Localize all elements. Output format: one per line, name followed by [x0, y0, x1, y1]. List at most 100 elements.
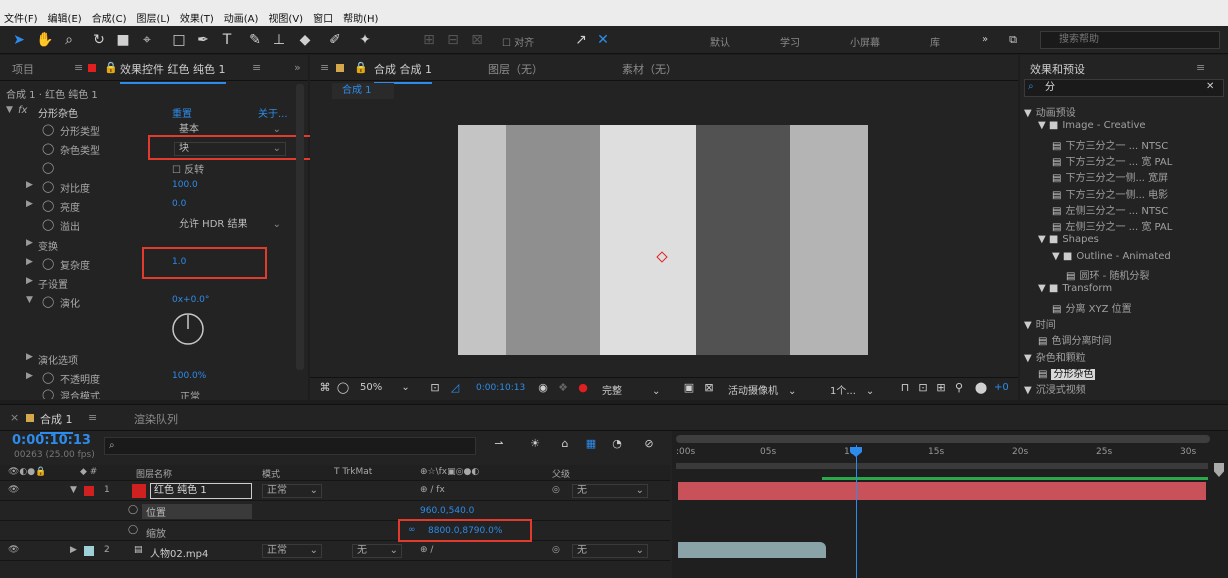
draft-3d-icon[interactable]: ☀: [526, 435, 544, 453]
puppet-tool-icon[interactable]: ✦: [356, 31, 374, 49]
col-parent[interactable]: 父级: [552, 467, 570, 480]
lock-icon[interactable]: 🔒: [104, 61, 118, 74]
sync-settings-icon[interactable]: ⧉: [1004, 31, 1022, 49]
visibility-icon[interactable]: 👁: [8, 545, 19, 555]
layer-name-field[interactable]: 红色 纯色 1: [150, 483, 252, 499]
transparency-grid-icon[interactable]: ⊠: [700, 379, 718, 397]
current-timecode[interactable]: 0:00:10:13: [12, 433, 91, 448]
rotate-tool-icon[interactable]: ↻: [90, 31, 108, 49]
preset-item[interactable]: ▤ 下方三分之一 ... 宽 PAL: [1052, 153, 1172, 168]
sub-settings-label[interactable]: 子设置: [38, 276, 68, 291]
preset-item[interactable]: ▤ 左侧三分之一 ... NTSC: [1052, 202, 1168, 217]
region-of-interest-icon[interactable]: ▣: [680, 379, 698, 397]
preset-group[interactable]: ▼ 杂色和颗粒: [1024, 349, 1086, 364]
safe-zones-icon[interactable]: ◯: [334, 379, 352, 397]
preset-item[interactable]: ▤ 下方三分之一 ... NTSC: [1052, 137, 1168, 152]
stopwatch-icon[interactable]: ◯: [42, 180, 54, 193]
grid-icon[interactable]: ⊡: [426, 379, 444, 397]
zoom-tool-icon[interactable]: ⌕: [60, 31, 78, 49]
stopwatch-icon[interactable]: ◯: [42, 388, 54, 399]
menu-file[interactable]: 文件(F): [4, 10, 38, 25]
tab-effects-presets[interactable]: 效果和预设: [1030, 61, 1085, 77]
layer-search-input[interactable]: ⌕: [104, 437, 476, 455]
preset-item[interactable]: ▤ 下方三分之一侧... 电影: [1052, 186, 1168, 201]
scale-label[interactable]: 缩放: [146, 525, 166, 540]
stopwatch-icon[interactable]: ◯: [128, 505, 138, 515]
preset-item[interactable]: ▤ 圆环 - 随机分裂: [1066, 267, 1149, 282]
tab-menu-icon[interactable]: ≡: [252, 61, 261, 74]
panel-overflow-icon[interactable]: »: [294, 61, 301, 74]
effect-controls-scrollbar[interactable]: [296, 84, 304, 370]
preset-item[interactable]: ▤ 分形杂色: [1038, 365, 1096, 380]
camera-dropdown[interactable]: 活动摄像机 ⌄: [728, 382, 818, 397]
help-search-input[interactable]: 搜索帮助: [1040, 31, 1220, 49]
close-tab-icon[interactable]: ×: [10, 411, 19, 424]
preset-folder[interactable]: ▼ ■ Image - Creative: [1038, 120, 1146, 131]
shy-icon[interactable]: ⌂: [556, 435, 574, 453]
workspace-libraries[interactable]: 库: [930, 34, 940, 49]
mini-flowchart-icon[interactable]: ⌘: [316, 379, 334, 397]
col-trkmat[interactable]: T TrkMat: [334, 467, 372, 477]
composition-canvas[interactable]: [458, 125, 868, 355]
preset-group[interactable]: ▼ 动画预设: [1024, 104, 1076, 119]
preset-group[interactable]: ▼ 沉浸式视频: [1024, 381, 1086, 396]
tab-menu-icon[interactable]: ≡: [88, 411, 97, 424]
tab-footage[interactable]: 素材（无）: [622, 61, 677, 77]
tab-layer[interactable]: 图层（无）: [488, 61, 543, 77]
exposure-icon[interactable]: ⬤: [972, 379, 990, 397]
blend-mode-value[interactable]: 正常: [180, 388, 200, 399]
lock-icon[interactable]: 🔒: [354, 61, 368, 74]
tab-render-queue[interactable]: 渲染队列: [134, 411, 178, 427]
stopwatch-icon[interactable]: ◯: [42, 218, 54, 231]
view-axis-icon[interactable]: ⊠: [468, 31, 486, 49]
preset-folder[interactable]: ▼ ■ Transform: [1038, 283, 1112, 294]
color-channel-icon[interactable]: ●: [574, 379, 592, 397]
reset-exposure-icon[interactable]: ⚲: [950, 379, 968, 397]
layer-row[interactable]: 👁 ▼ 1 红色 纯色 1 正常 ⌄ ⊕ / fx ◎ 无 ⌄: [0, 482, 670, 501]
parent-dropdown[interactable]: 无 ⌄: [572, 544, 648, 558]
effects-search-input[interactable]: 分: [1024, 79, 1224, 97]
show-snapshot-icon[interactable]: ❖: [554, 379, 572, 397]
snap-options-icon[interactable]: ✕: [594, 31, 612, 49]
layer-mode-dropdown[interactable]: 正常 ⌄: [262, 544, 322, 558]
snap-icon[interactable]: ↗: [572, 31, 590, 49]
preset-folder[interactable]: ▼ ■ Outline - Animated: [1052, 251, 1171, 262]
more-workspaces-icon[interactable]: »: [982, 34, 988, 45]
pan-behind-tool-icon[interactable]: ⌖: [138, 31, 156, 49]
position-label[interactable]: 位置: [142, 504, 252, 519]
preset-group[interactable]: ▼ 时间: [1024, 316, 1056, 331]
about-button[interactable]: 关于...: [258, 105, 288, 120]
timeline-graph[interactable]: :00s05s10s15s20s25s30s: [672, 431, 1228, 578]
evolution-value[interactable]: 0x+0.0°: [172, 295, 209, 305]
stopwatch-icon[interactable]: ◯: [42, 295, 54, 308]
align-checkbox[interactable]: ☐ 对齐: [502, 34, 534, 49]
stopwatch-icon[interactable]: ◯: [42, 371, 54, 384]
stopwatch-icon[interactable]: ◯: [42, 123, 54, 136]
stopwatch-icon[interactable]: ◯: [42, 257, 54, 270]
evolution-angle-dial[interactable]: [170, 311, 206, 347]
pen-tool-icon[interactable]: ✒: [194, 31, 212, 49]
playhead-line[interactable]: [856, 445, 857, 578]
comp-flowchart-icon[interactable]: ⊞: [932, 379, 950, 397]
stopwatch-icon[interactable]: ◯: [128, 525, 138, 535]
layer-switches[interactable]: ⊕ /: [420, 545, 433, 555]
zoom-dropdown[interactable]: 50% ⌄: [360, 382, 420, 393]
roto-brush-tool-icon[interactable]: ✐: [326, 31, 344, 49]
clone-stamp-tool-icon[interactable]: ⊥: [270, 31, 288, 49]
comp-mini-flowchart-icon[interactable]: ⇀: [490, 435, 508, 453]
world-axis-icon[interactable]: ⊟: [444, 31, 462, 49]
workspace-small-screen[interactable]: 小屏幕: [850, 34, 880, 49]
invert-checkbox[interactable]: ☐ 反转: [172, 161, 204, 176]
label-color-swatch[interactable]: [84, 546, 94, 556]
eraser-tool-icon[interactable]: ◆: [296, 31, 314, 49]
stopwatch-icon[interactable]: ◯: [42, 199, 54, 212]
preset-folder[interactable]: ▼ ■ Shapes: [1038, 234, 1099, 245]
layer-switches[interactable]: ⊕ / fx: [420, 485, 445, 495]
toggle-mask-icon[interactable]: ◿: [446, 379, 464, 397]
stopwatch-icon[interactable]: ◯: [42, 142, 54, 155]
expand-triangle-icon[interactable]: ▼: [70, 485, 77, 495]
contrast-value[interactable]: 100.0: [172, 180, 198, 190]
pickwhip-icon[interactable]: ◎: [552, 545, 560, 555]
menu-layer[interactable]: 图层(L): [136, 10, 169, 25]
col-layer-name[interactable]: 图层名称: [136, 467, 172, 480]
